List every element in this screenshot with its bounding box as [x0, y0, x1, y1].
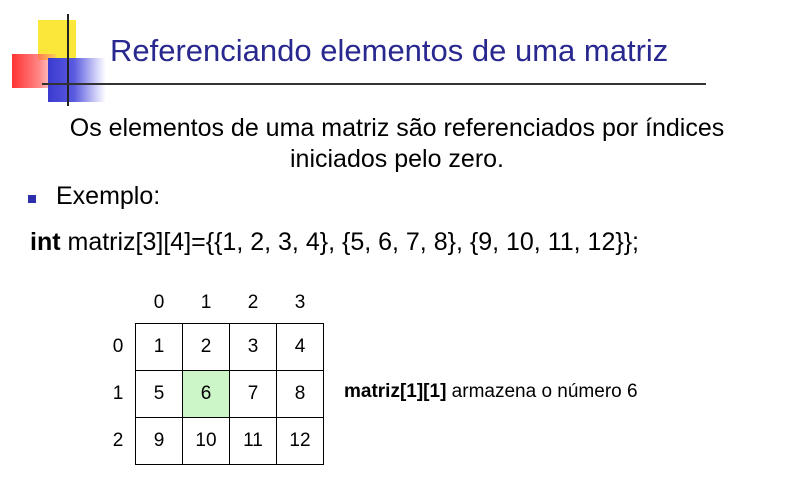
- matrix-cell: 8: [276, 370, 324, 418]
- slide-title: Referenciando elementos de uma matriz: [110, 33, 669, 68]
- matrix-row: 1 2 3 4: [135, 323, 324, 371]
- column-index: 3: [294, 292, 306, 313]
- intro-line-2: iniciados pelo zero.: [289, 145, 504, 173]
- intro-text: Os elementos de uma matriz são referenci…: [0, 113, 794, 175]
- row-index: 1: [112, 383, 124, 404]
- code-declaration: int matriz[3][4]={{1, 2, 3, 4}, {5, 6, 7…: [30, 228, 639, 257]
- caption-text: armazena o número 6: [446, 381, 638, 402]
- matrix-row: 9 10 11 12: [135, 417, 324, 465]
- slide-logo: [0, 0, 110, 110]
- matrix-cell: 5: [135, 370, 183, 418]
- column-index: 1: [200, 292, 212, 313]
- matrix-cell: 2: [182, 323, 230, 371]
- matrix-cell: 1: [135, 323, 183, 371]
- logo-vertical-line: [67, 14, 69, 106]
- bullet-label: Exemplo:: [56, 182, 161, 210]
- matrix-cell-highlighted: 6: [182, 370, 230, 418]
- row-index: 2: [112, 430, 124, 451]
- matrix-row: 5 6 7 8: [135, 370, 324, 418]
- caption-reference: matriz[1][1]: [344, 381, 447, 402]
- intro-line-1: Os elementos de uma matriz são referenci…: [69, 114, 725, 142]
- matrix-cell: 10: [182, 417, 230, 465]
- code-keyword: int: [30, 228, 61, 256]
- column-index: 0: [153, 292, 165, 313]
- matrix-cell: 12: [276, 417, 324, 465]
- code-body: matriz[3][4]={{1, 2, 3, 4}, {5, 6, 7, 8}…: [60, 228, 639, 256]
- bullet-square-icon: [28, 194, 36, 203]
- matrix-cell: 4: [276, 323, 324, 371]
- matrix-cell: 3: [229, 323, 277, 371]
- matrix-cell: 11: [229, 417, 277, 465]
- matrix-caption: matriz[1][1] armazena o número 6: [344, 381, 638, 403]
- logo-blue-square: [48, 58, 106, 102]
- matrix-cell: 7: [229, 370, 277, 418]
- title-divider: [42, 83, 706, 85]
- matrix-cell: 9: [135, 417, 183, 465]
- bullet-item: Exemplo:: [28, 182, 160, 211]
- row-index: 0: [112, 336, 124, 357]
- matrix-grid: 1 2 3 4 5 6 7 8 9 10 11 12: [135, 323, 324, 465]
- column-index: 2: [247, 292, 259, 313]
